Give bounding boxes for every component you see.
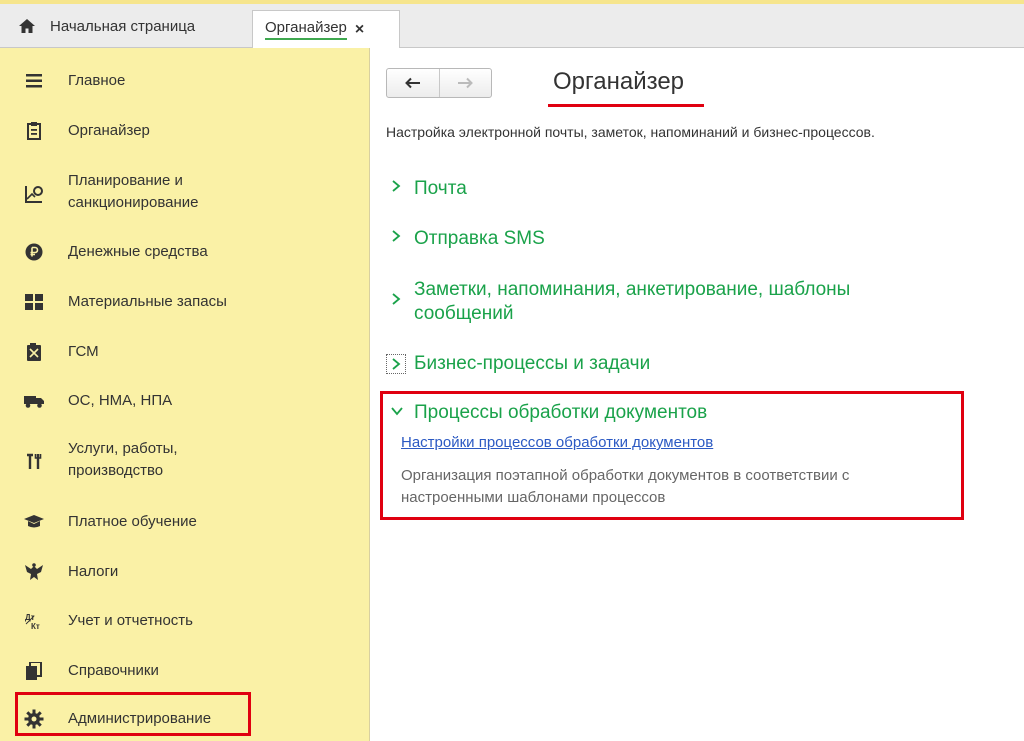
sidebar-item-label: Планирование и санкционирование: [68, 172, 199, 211]
books-icon: [24, 661, 44, 681]
sidebar-item-fuel[interactable]: ГСМ: [0, 340, 370, 364]
sidebar-item-label: ГСМ: [68, 343, 99, 360]
tab-organizer[interactable]: Органайзер ×: [252, 10, 400, 48]
sidebar-item-planning[interactable]: Планирование и санкционирование: [0, 170, 370, 218]
tab-organizer-label: Органайзер: [265, 19, 347, 40]
sidebar-item-label: Материальные запасы: [68, 293, 227, 310]
sidebar-item-accounting[interactable]: Дт Кт Учет и отчетность: [0, 609, 370, 633]
page-subtitle: Настройка электронной почты, заметок, на…: [386, 124, 875, 140]
sidebar-item-label: Услуги, работы, производство: [68, 440, 178, 479]
tab-home[interactable]: Начальная страница: [8, 8, 248, 44]
tab-home-label: Начальная страница: [50, 17, 196, 35]
graduation-cap-icon: [24, 512, 44, 532]
document-processes-highlight-box: [380, 391, 964, 520]
sidebar-item-organizer[interactable]: Органайзер: [0, 119, 370, 143]
group-label: Отправка SMS: [414, 228, 545, 249]
arrow-left-icon: [404, 77, 420, 89]
home-icon: [16, 15, 38, 37]
chevron-right-icon: [392, 358, 401, 370]
group-business-processes[interactable]: Бизнес-процессы и задачи: [414, 352, 650, 376]
sidebar-item-label: Налоги: [68, 563, 119, 580]
group-notes[interactable]: Заметки, напоминания, анкетирование, шаб…: [390, 278, 850, 326]
debit-credit-icon: Дт Кт: [24, 611, 44, 631]
ruble-icon: [24, 242, 44, 262]
close-tab-icon[interactable]: ×: [355, 21, 364, 39]
focused-chevron: [386, 354, 406, 374]
sidebar-item-label: Учет и отчетность: [68, 612, 193, 629]
sidebar-item-materials[interactable]: Материальные запасы: [0, 290, 370, 314]
sidebar: Главное Органайзер Планирование и санкци…: [0, 48, 370, 741]
group-label: Заметки, напоминания, анкетирование, шаб…: [414, 279, 851, 324]
sidebar-item-label: Главное: [68, 72, 126, 89]
chevron-right-icon: [390, 290, 414, 311]
sidebar-item-main[interactable]: Главное: [0, 69, 370, 93]
tools-icon: [24, 452, 44, 472]
sidebar-item-fixed-assets[interactable]: ОС, НМА, НПА: [0, 389, 370, 413]
eagle-emblem-icon: [24, 562, 44, 582]
sidebar-item-label: Платное обучение: [68, 513, 197, 530]
administration-highlight-box: [15, 692, 251, 736]
warehouse-icon: [24, 292, 44, 312]
tab-bar: Начальная страница Органайзер ×: [0, 0, 1024, 48]
group-sms[interactable]: Отправка SMS: [390, 227, 545, 251]
truck-icon: [24, 391, 44, 411]
hamburger-icon: [24, 71, 44, 91]
sidebar-item-label: Денежные средства: [68, 243, 208, 260]
back-button[interactable]: [387, 69, 440, 97]
svg-text:Кт: Кт: [31, 622, 40, 630]
sidebar-item-label: ОС, НМА, НПА: [68, 392, 173, 409]
sidebar-item-directories[interactable]: Справочники: [0, 659, 370, 683]
chevron-right-icon: [390, 227, 414, 248]
chevron-right-icon: [390, 177, 414, 198]
arrow-right-icon: [458, 77, 474, 89]
group-mail[interactable]: Почта: [390, 177, 467, 201]
page-title: Органайзер: [553, 68, 685, 95]
sidebar-item-label: Справочники: [68, 662, 159, 679]
sidebar-item-label: Органайзер: [68, 122, 150, 139]
fuel-icon: [24, 342, 44, 362]
sidebar-item-paid-education[interactable]: Платное обучение: [0, 510, 370, 534]
sidebar-item-taxes[interactable]: Налоги: [0, 560, 370, 584]
history-nav: [386, 68, 492, 98]
forward-button[interactable]: [440, 69, 492, 97]
sidebar-item-cash[interactable]: Денежные средства: [0, 240, 370, 264]
group-label: Почта: [414, 178, 467, 199]
group-label: Бизнес-процессы и задачи: [414, 353, 651, 374]
sidebar-item-services[interactable]: Услуги, работы, производство: [0, 438, 370, 486]
clipboard-icon: [24, 121, 44, 141]
title-underline: [548, 104, 704, 107]
chart-plan-icon: [24, 184, 44, 204]
